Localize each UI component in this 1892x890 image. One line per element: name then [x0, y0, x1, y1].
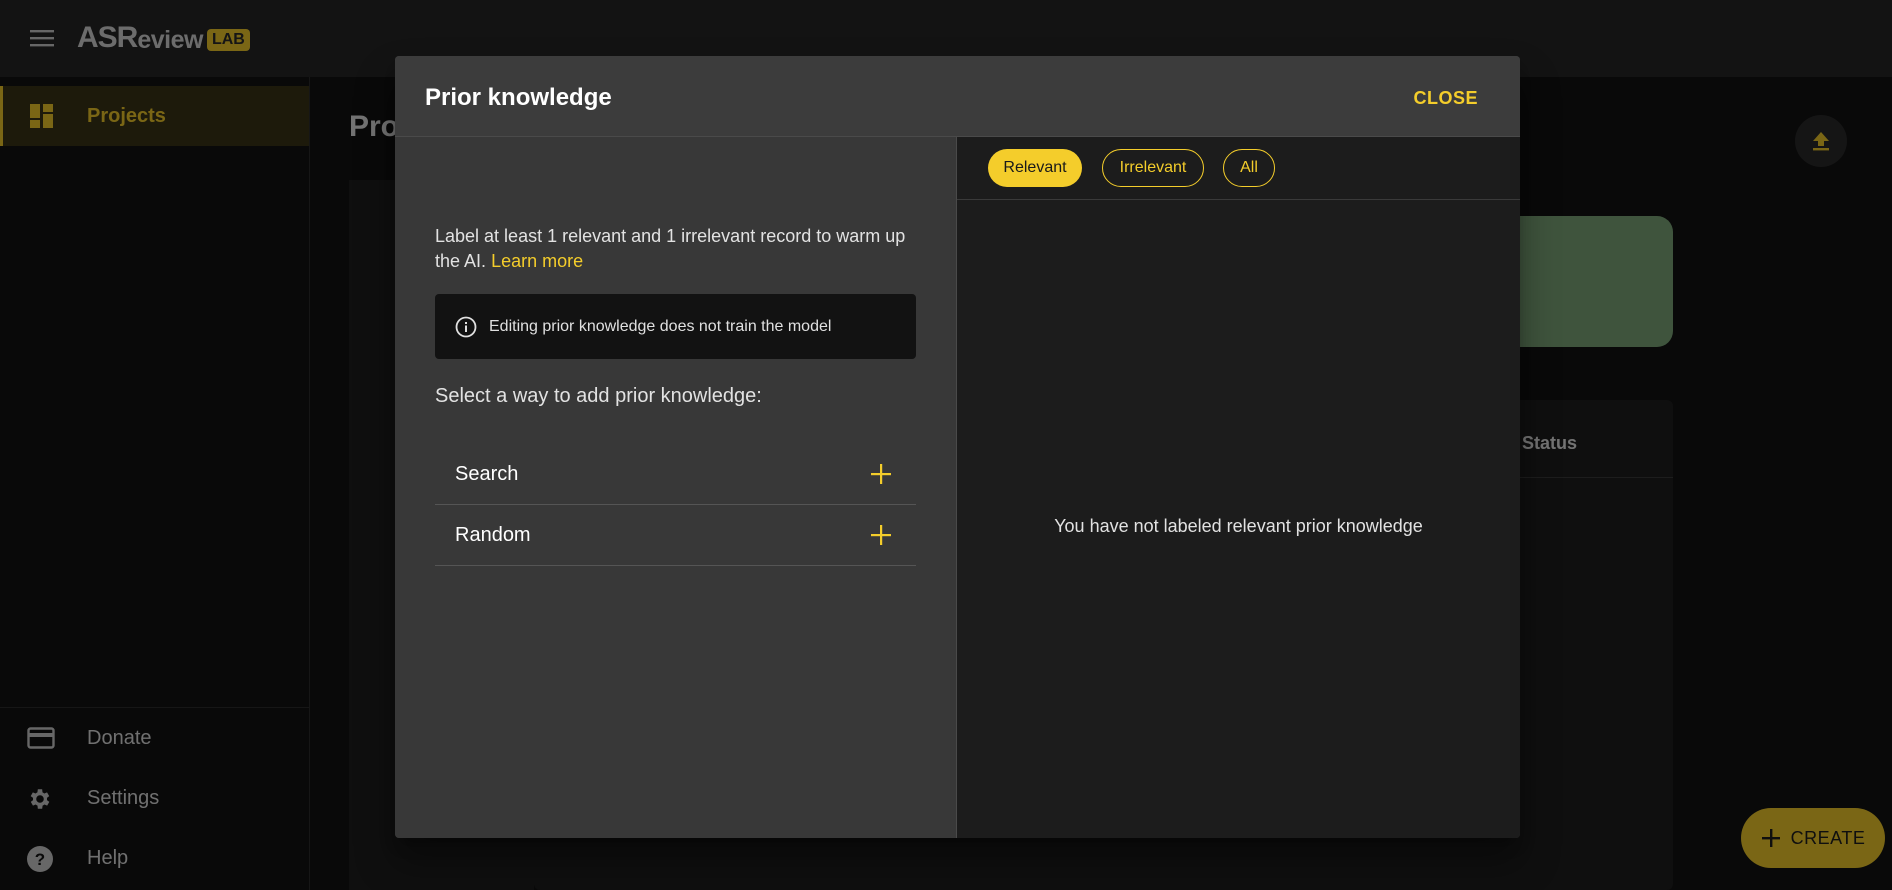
label-filter-bar: Relevant Irrelevant All [957, 137, 1520, 200]
filter-chip-relevant[interactable]: Relevant [988, 149, 1082, 187]
info-alert: Editing prior knowledge does not train t… [435, 294, 916, 359]
method-random[interactable]: Random [435, 505, 916, 566]
dialog-title: Prior knowledge [425, 84, 612, 111]
plus-icon [871, 525, 891, 545]
filter-chip-all[interactable]: All [1223, 149, 1275, 187]
learn-more-link[interactable]: Learn more [491, 251, 583, 271]
labeled-records-panel: Relevant Irrelevant All You have not lab… [957, 137, 1520, 838]
empty-state-message: You have not labeled relevant prior know… [1054, 516, 1423, 536]
method-search[interactable]: Search [435, 444, 916, 505]
close-button[interactable]: CLOSE [1401, 80, 1490, 116]
select-method-prompt: Select a way to add prior knowledge: [435, 385, 762, 407]
info-alert-text: Editing prior knowledge does not train t… [489, 317, 832, 335]
dialog-header: Prior knowledge CLOSE [395, 56, 1520, 137]
method-label: Random [455, 524, 531, 546]
intro-text: Label at least 1 relevant and 1 irreleva… [435, 224, 935, 274]
plus-icon [871, 464, 891, 484]
info-icon [455, 316, 477, 337]
method-label: Search [455, 463, 519, 485]
filter-chip-irrelevant[interactable]: Irrelevant [1102, 149, 1204, 187]
prior-knowledge-methods-panel: Label at least 1 relevant and 1 irreleva… [395, 137, 957, 838]
prior-knowledge-dialog: Prior knowledge CLOSE Label at least 1 r… [395, 56, 1520, 838]
